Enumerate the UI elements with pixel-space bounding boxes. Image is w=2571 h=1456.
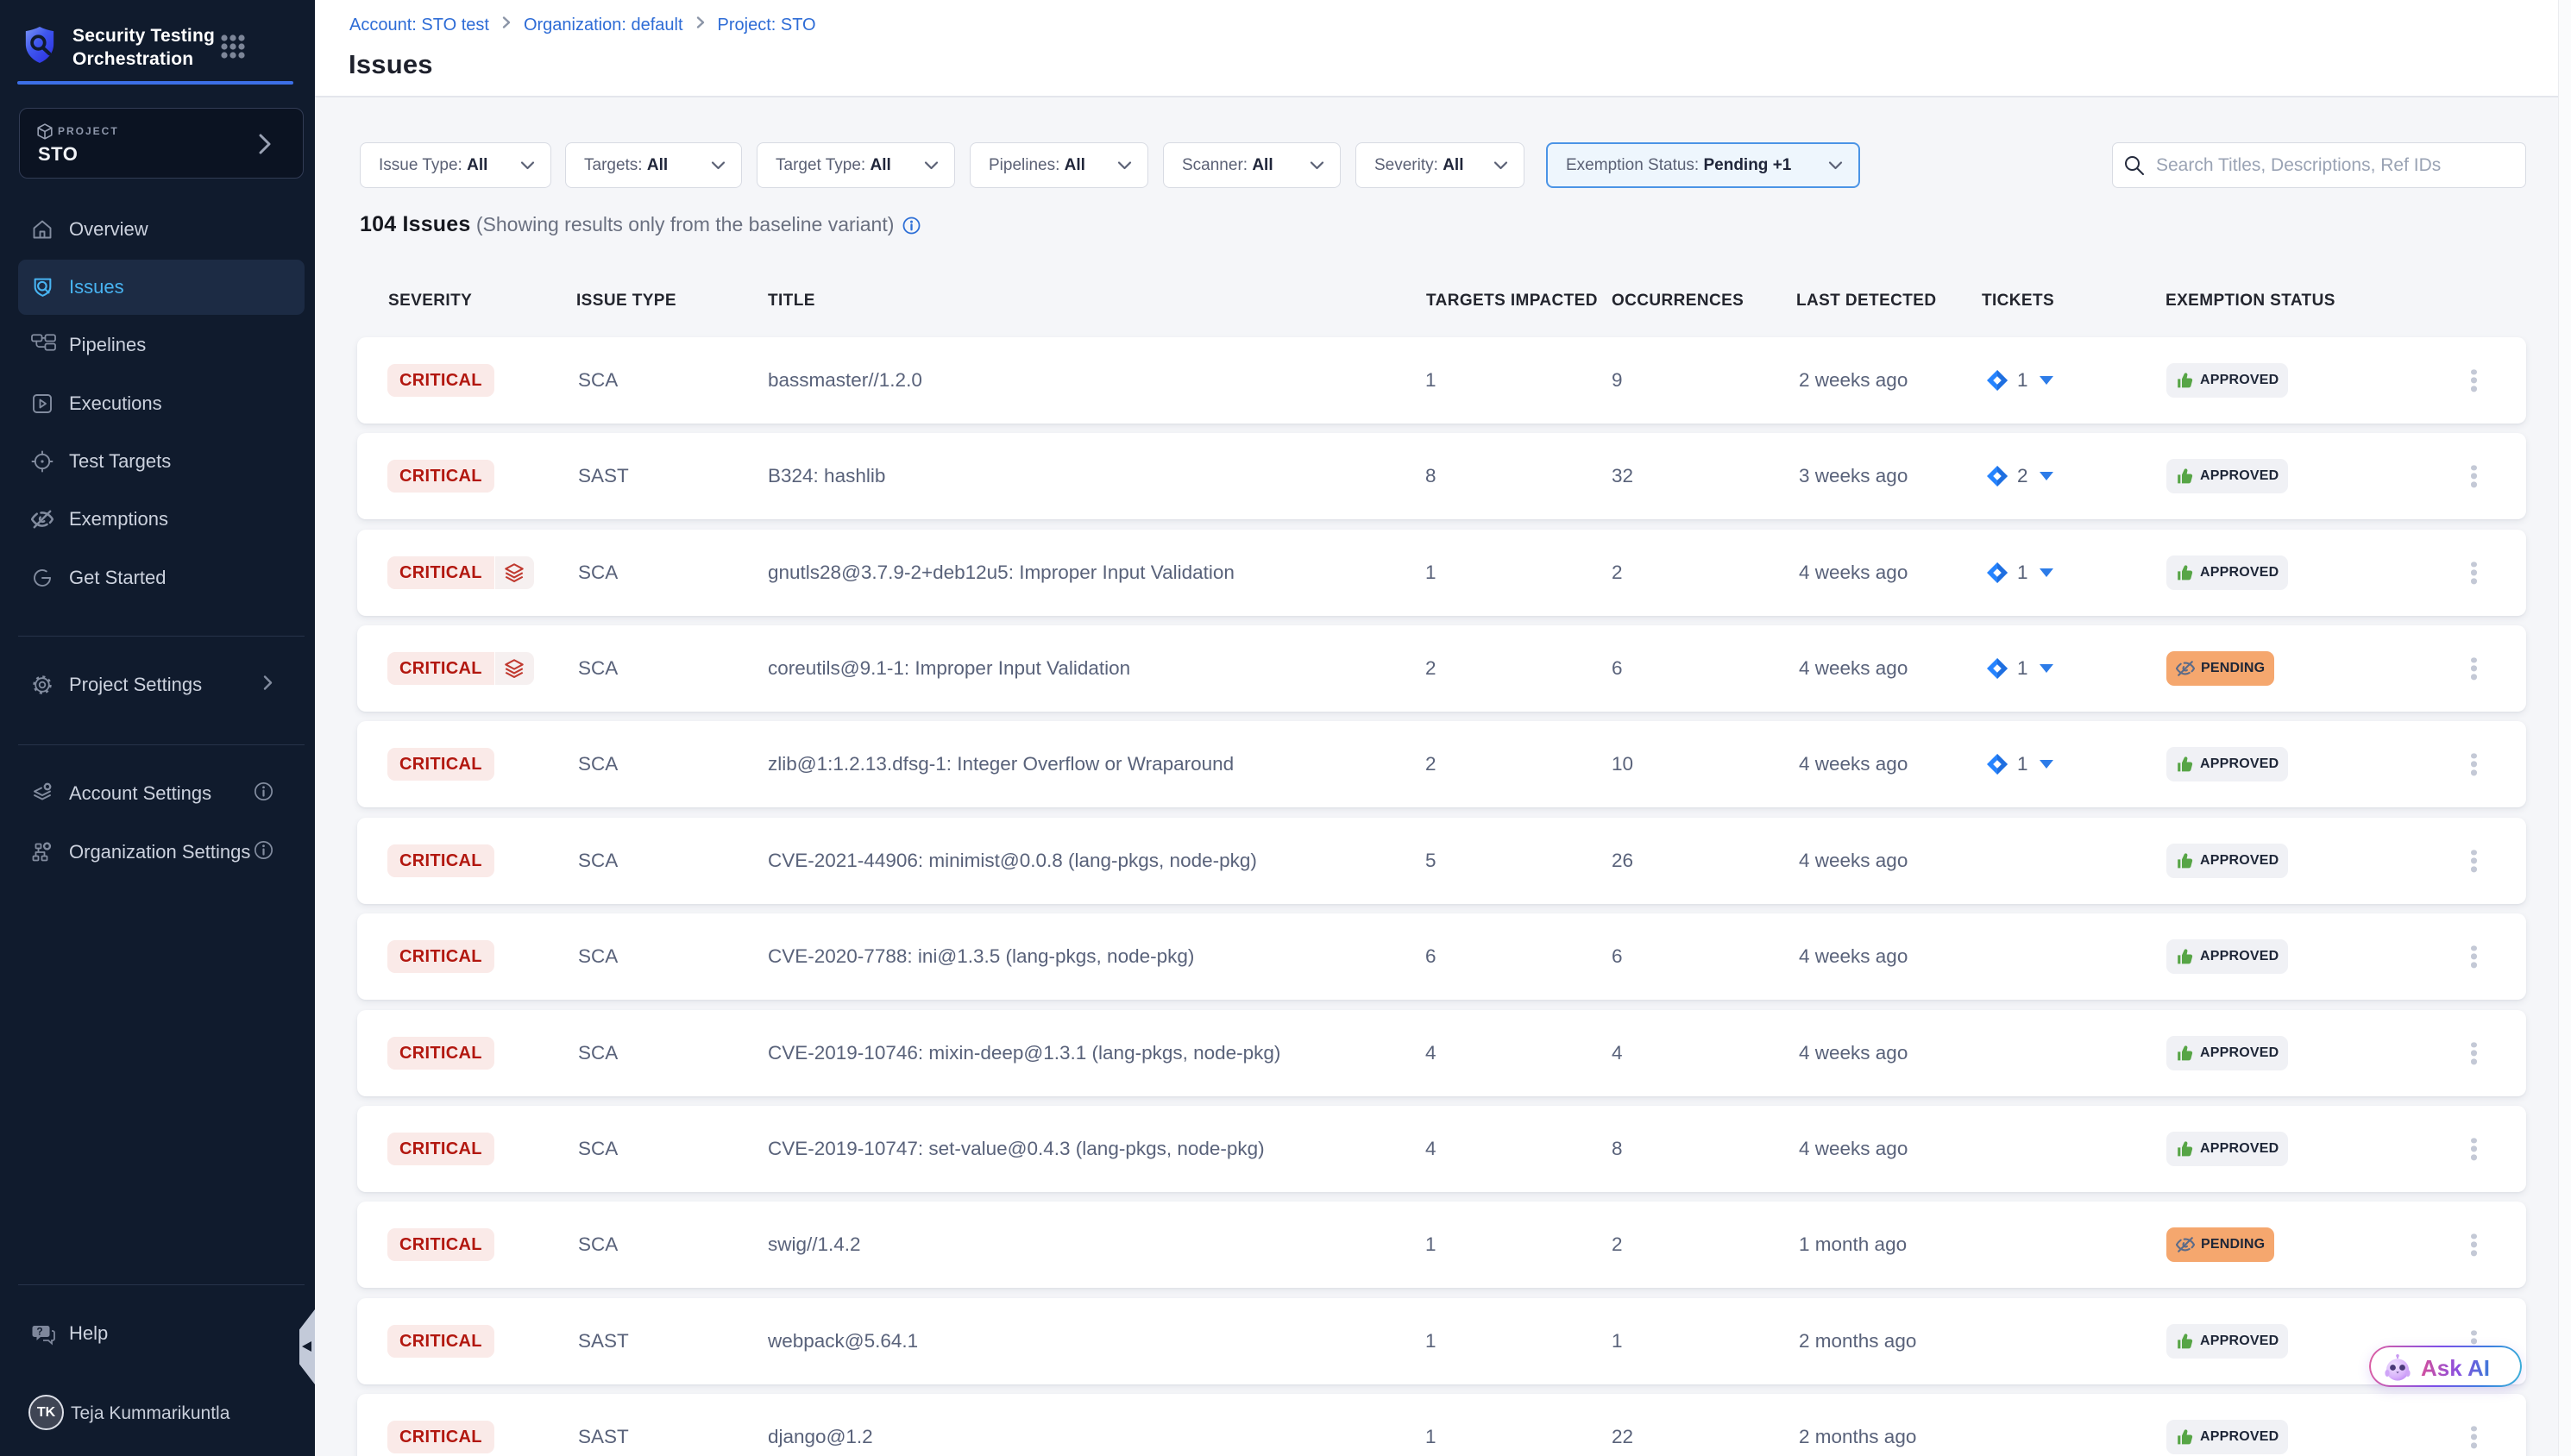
svg-text:?: ? — [36, 1326, 42, 1338]
